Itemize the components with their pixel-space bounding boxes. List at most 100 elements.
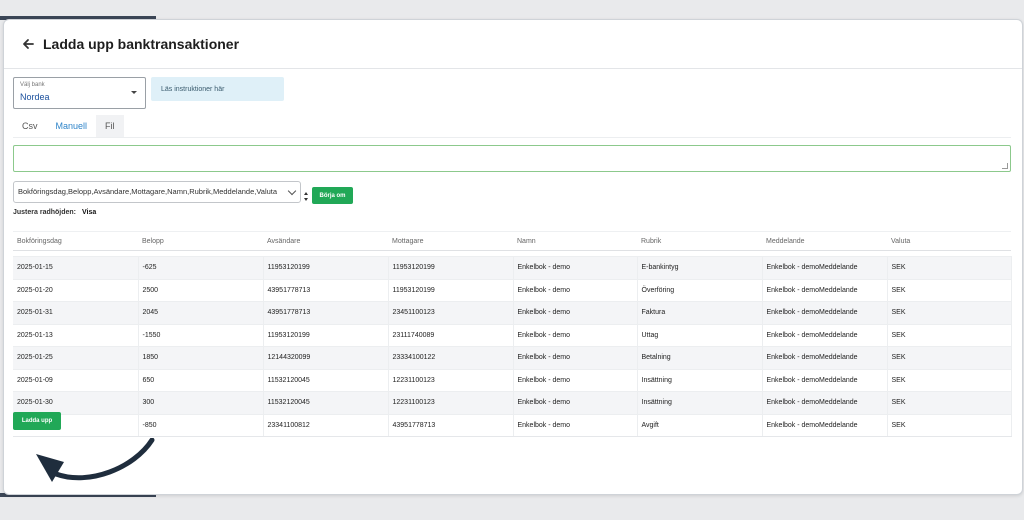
table-cell: Enkelbok - demo: [513, 346, 638, 369]
table-cell: SEK: [887, 391, 1012, 414]
table-cell: E-bankintyg: [637, 256, 763, 279]
table-body: 2025-01-15 -625 11953120199 11953120199 Enke…: [13, 250, 1012, 437]
row-height-control: Justera radhöjden: Visa: [13, 209, 96, 216]
table-cell: SEK: [887, 256, 1012, 279]
column-header: Namn: [513, 231, 637, 251]
table-cell: 11532120045: [263, 368, 389, 392]
table-row: 2025-01-19-8502334110081243951778713Enke…: [13, 413, 1012, 437]
input-mode-tabs: Csv Manuell Fil: [13, 115, 124, 137]
table-row: 2025-01-13 -1550 11953120199 23111740089 Enk…: [13, 323, 1012, 347]
column-order-select[interactable]: Bokföringsdag,Belopp,Avsändare,Mottagare…: [13, 181, 301, 203]
row-height-toggle[interactable]: Visa: [82, 209, 96, 216]
column-header: Avsändare: [263, 231, 388, 251]
table-cell: SEK: [887, 346, 1012, 369]
table-cell: 23334100122: [388, 346, 514, 369]
table-cell: 43951778713: [263, 301, 389, 324]
table-cell: Enkelbok - demo: [513, 323, 638, 347]
table-cell: -850: [138, 413, 264, 437]
table-cell: 43951778713: [388, 413, 514, 437]
bank-select[interactable]: Välj bank Nordea: [13, 77, 146, 109]
table-cell: Enkelbok - demoMeddelande: [762, 301, 888, 324]
table-cell: Insättning: [637, 391, 763, 414]
table-cell: Enkelbok - demo: [513, 301, 638, 324]
table-cell: 12231100123: [388, 391, 514, 414]
table-cell: 650: [138, 368, 264, 392]
table-cell: 2500: [138, 278, 264, 302]
table-row: 2025-01-30 300 11532120045 12231100123 Enkel…: [13, 391, 1012, 414]
page-header: Ladda upp banktransaktioner: [4, 20, 1022, 69]
table-cell: Enkelbok - demoMeddelande: [762, 256, 888, 279]
sort-icon[interactable]: [304, 188, 308, 201]
table-cell: 23111740089: [388, 323, 514, 347]
table-cell: SEK: [887, 323, 1012, 347]
table-row: 2025-01-20 2500 43951778713 11953120199 Enke…: [13, 278, 1012, 302]
start-over-button[interactable]: Börja om: [312, 187, 353, 204]
table-cell: Enkelbok - demoMeddelande: [762, 323, 888, 347]
column-order-value: Bokföringsdag,Belopp,Avsändare,Mottagare…: [18, 187, 278, 196]
table-cell: Enkelbok - demoMeddelande: [762, 413, 888, 437]
bank-select-label: Välj bank: [20, 82, 45, 88]
table-cell: 11953120199: [263, 256, 389, 279]
table-cell: 11953120199: [388, 256, 514, 279]
table-cell: SEK: [887, 368, 1012, 392]
table-cell: 43951778713: [263, 278, 389, 302]
table-cell: Enkelbok - demoMeddelande: [762, 278, 888, 302]
table-cell: 12231100123: [388, 368, 514, 392]
table-cell: 2045: [138, 301, 264, 324]
main-card: Ladda upp banktransaktioner Välj bank No…: [3, 19, 1023, 495]
tabs-divider: [13, 137, 1011, 138]
table-cell: -625: [138, 256, 264, 279]
table-cell: 2025-01-13: [13, 323, 139, 347]
table-cell: 2025-01-09: [13, 368, 139, 392]
table-cell: Enkelbok - demoMeddelande: [762, 391, 888, 414]
table-cell: 2025-01-31: [13, 301, 139, 324]
upload-button[interactable]: Ladda upp: [13, 412, 61, 430]
table-cell: Uttag: [637, 323, 763, 347]
table-cell: -1550: [138, 323, 264, 347]
table-cell: 23451100123: [388, 301, 514, 324]
manual-input-textarea[interactable]: [13, 145, 1011, 172]
table-cell: SEK: [887, 278, 1012, 302]
table-cell: Enkelbok - demo: [513, 278, 638, 302]
tab-fil[interactable]: Fil: [96, 115, 124, 137]
instructions-link[interactable]: Läs instruktioner här: [151, 77, 284, 101]
transactions-table: Bokföringsdag Belopp Avsändare Mottagare…: [13, 231, 1012, 437]
column-header: Mottagare: [388, 231, 513, 251]
arrow-left-icon[interactable]: [18, 34, 38, 54]
table-cell: 11953120199: [388, 278, 514, 302]
row-height-label: Justera radhöjden:: [13, 209, 77, 216]
table-cell: 2025-01-20: [13, 278, 139, 302]
page-title: Ladda upp banktransaktioner: [43, 36, 240, 52]
tab-csv[interactable]: Csv: [13, 115, 47, 137]
table-cell: Enkelbok - demoMeddelande: [762, 368, 888, 392]
table-cell: 11953120199: [263, 323, 389, 347]
table-cell: Enkelbok - demo: [513, 413, 638, 437]
table-cell: SEK: [887, 413, 1012, 437]
table-header-row: Bokföringsdag Belopp Avsändare Mottagare…: [13, 231, 1011, 251]
table-row: 2025-01-15 -625 11953120199 11953120199 Enke…: [13, 256, 1012, 279]
table-cell: Enkelbok - demo: [513, 368, 638, 392]
resize-grip-icon[interactable]: [1002, 163, 1008, 169]
table-cell: Faktura: [637, 301, 763, 324]
table-cell: Betalning: [637, 346, 763, 369]
table-cell: 2025-01-30: [13, 391, 139, 414]
table-row: 2025-01-31 2045 43951778713 23451100123 Enke…: [13, 301, 1012, 324]
table-cell: 1850: [138, 346, 264, 369]
table-cell: 12144320099: [263, 346, 389, 369]
table-cell: Enkelbok - demo: [513, 256, 638, 279]
table-cell: Enkelbok - demoMeddelande: [762, 346, 888, 369]
bank-select-value: Nordea: [20, 92, 50, 102]
chevron-down-icon: [287, 186, 297, 196]
curved-arrow-annotation: [36, 438, 155, 482]
table-cell: Överföring: [637, 278, 763, 302]
caret-down-icon: [131, 91, 137, 94]
table-cell: 23341100812: [263, 413, 389, 437]
table-cell: 11532120045: [263, 391, 389, 414]
table-row: 2025-01-09 650 11532120045 12231100123 Enkel…: [13, 368, 1012, 392]
column-header: Valuta: [887, 231, 1011, 251]
table-cell: 2025-01-15: [13, 256, 139, 279]
table-cell: 2025-01-25: [13, 346, 139, 369]
table-row: 2025-01-25 1850 12144320099 23334100122 Enke…: [13, 346, 1012, 369]
column-header: Belopp: [138, 231, 263, 251]
tab-manuell[interactable]: Manuell: [46, 115, 97, 137]
